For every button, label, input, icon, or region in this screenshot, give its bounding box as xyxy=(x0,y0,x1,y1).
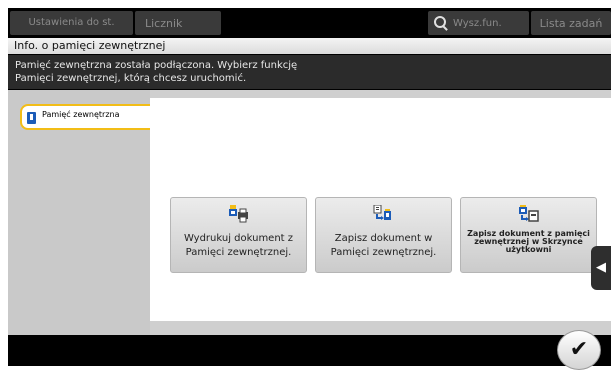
device-screen: Ustawienia do st. Licznik Wysz.fun. List… xyxy=(8,8,611,366)
print-from-memory-icon xyxy=(229,205,248,223)
search-function-tab[interactable]: Wysz.fun. xyxy=(428,11,529,35)
left-panel: Pamięć zewnętrzna xyxy=(8,90,153,335)
save-to-memory-icon xyxy=(373,205,391,220)
print-document-button[interactable]: Wydrukuj dokument z Pamięci zewnętrznej. xyxy=(170,197,307,273)
info-message-line-2: Pamięci zewnętrznej, którą chcesz urucho… xyxy=(15,73,247,84)
search-function-label: Wysz.fun. xyxy=(453,17,502,29)
save-document-label: Zapisz dokument w Pamięci zewnętrznej. xyxy=(330,233,437,258)
print-document-label: Wydrukuj dokument z Pamięci zewnętrznej. xyxy=(183,233,294,258)
top-bar: Ustawienia do st. Licznik Wysz.fun. List… xyxy=(8,8,611,38)
ok-button[interactable]: ✔ xyxy=(557,330,601,370)
checkmark-icon: ✔ xyxy=(569,337,589,362)
save-to-user-box-button[interactable]: Zapisz dokument z pamięci zewnętrznej w … xyxy=(460,197,597,273)
back-tab[interactable]: ◀ xyxy=(591,246,611,290)
job-list-label: Lista zadań xyxy=(539,16,603,30)
work-area: Pamięć zewnętrzna Wydrukuj dokument z Pa… xyxy=(8,90,611,335)
counter-tab[interactable]: Licznik xyxy=(135,11,221,35)
info-message: Pamięć zewnętrzna została podłączona. Wy… xyxy=(8,55,611,89)
sidebar-tab-label: Pamięć zewnętrzna xyxy=(42,110,120,119)
save-to-box-icon xyxy=(519,205,539,222)
save-to-user-box-label: Zapisz dokument z pamięci zewnętrznej w … xyxy=(467,229,590,254)
back-arrow-icon: ◀ xyxy=(596,260,606,275)
page-title: Info. o pamięci zewnętrznej xyxy=(8,38,611,54)
info-message-line-1: Pamięć zewnętrzna została podłączona. Wy… xyxy=(15,60,298,71)
counter-tab-label: Licznik xyxy=(145,16,183,30)
search-icon xyxy=(434,16,448,30)
sidebar-tab-external-memory[interactable]: Pamięć zewnętrzna xyxy=(20,104,153,130)
function-panel: Wydrukuj dokument z Pamięci zewnętrznej.… xyxy=(150,98,611,321)
bottom-bar xyxy=(8,335,611,366)
accessibility-tab-label: Ustawienia do st. xyxy=(28,17,115,28)
save-document-button[interactable]: Zapisz dokument w Pamięci zewnętrznej. xyxy=(315,197,452,273)
job-list-tab[interactable]: Lista zadań xyxy=(531,11,611,35)
accessibility-tab[interactable]: Ustawienia do st. xyxy=(10,11,133,35)
usb-memory-icon xyxy=(27,112,36,124)
